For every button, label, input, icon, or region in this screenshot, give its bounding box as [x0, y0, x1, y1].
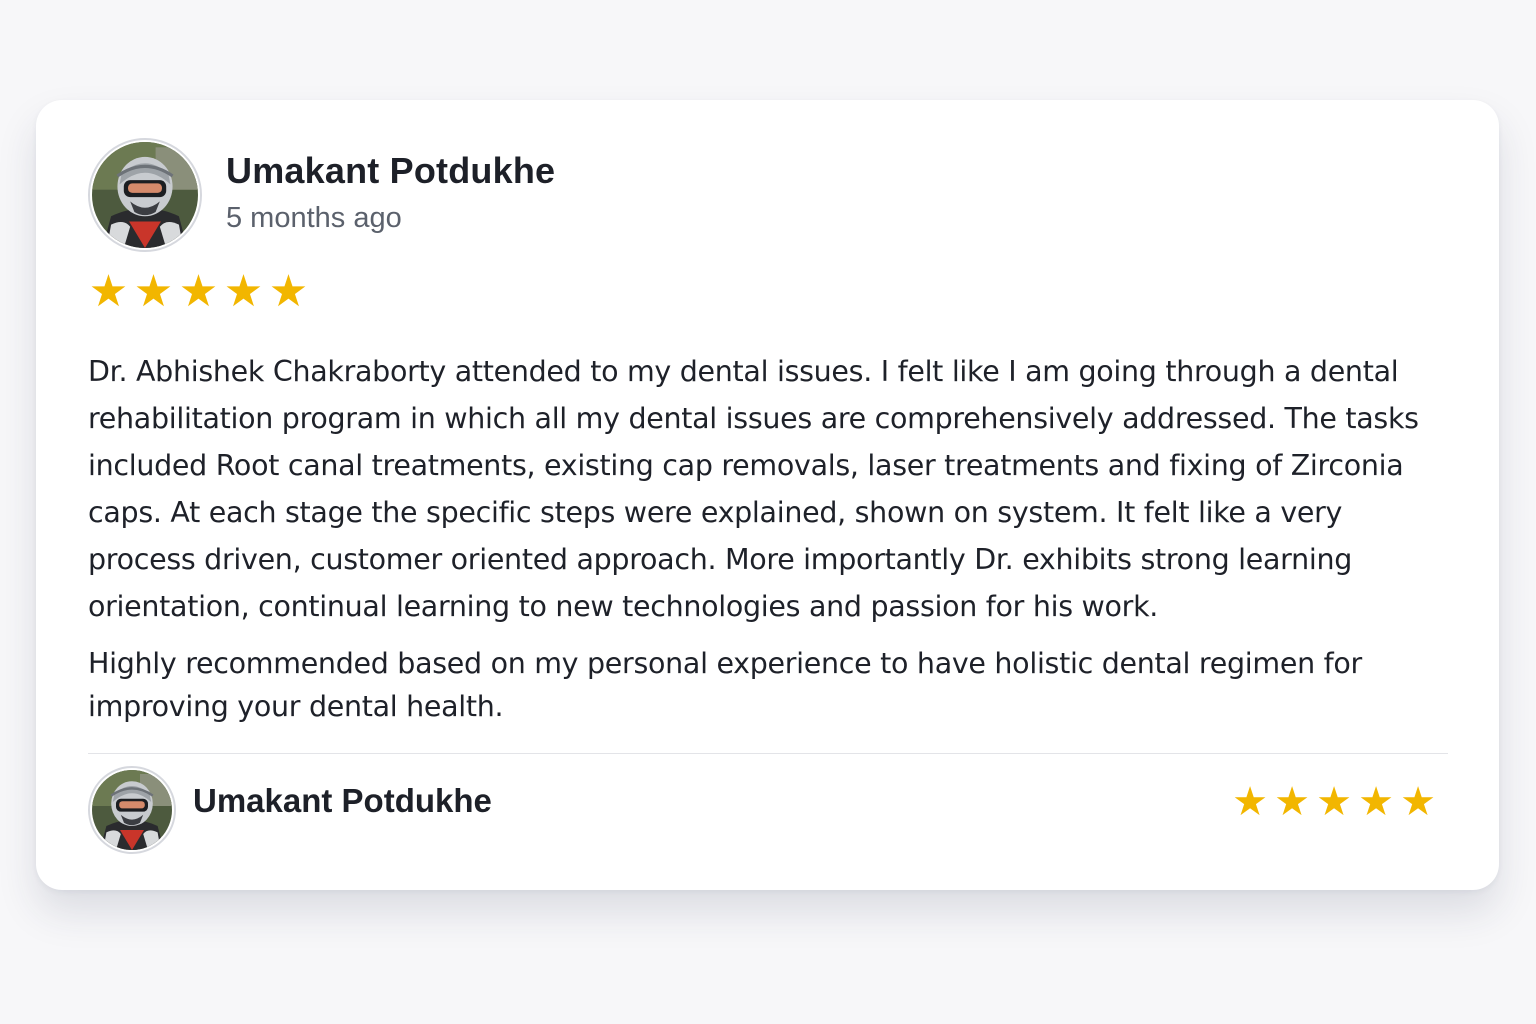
- footer-avatar[interactable]: [88, 766, 176, 854]
- star-icon: ★: [178, 267, 219, 316]
- reviewer-avatar[interactable]: [88, 138, 202, 252]
- review-paragraph: Dr. Abhishek Chakraborty attended to my …: [88, 355, 1419, 623]
- star-icon: ★: [1400, 780, 1436, 824]
- review-text: Dr. Abhishek Chakraborty attended to my …: [88, 348, 1433, 728]
- footer-reviewer-name[interactable]: Umakant Potdukhe: [193, 782, 492, 820]
- star-icon: ★: [1274, 780, 1310, 824]
- star-icon: ★: [1358, 780, 1394, 824]
- star-rating: ★ ★ ★ ★ ★: [88, 270, 309, 314]
- reviewer-name[interactable]: Umakant Potdukhe: [226, 150, 555, 192]
- star-icon: ★: [223, 267, 264, 316]
- review-timestamp: 5 months ago: [226, 202, 402, 234]
- divider: [88, 753, 1448, 754]
- star-icon: ★: [268, 267, 309, 316]
- avatar-helmet-image: [92, 142, 198, 248]
- footer-star-rating: ★ ★ ★ ★ ★: [1231, 782, 1437, 822]
- review-paragraph: Highly recommended based on my personal …: [88, 647, 1362, 723]
- star-icon: ★: [1316, 780, 1352, 824]
- avatar-helmet-image: [92, 770, 172, 850]
- star-icon: ★: [1232, 780, 1268, 824]
- review-card: Umakant Potdukhe 5 months ago ★ ★ ★ ★ ★ …: [36, 100, 1499, 890]
- star-icon: ★: [88, 267, 129, 316]
- star-icon: ★: [133, 267, 174, 316]
